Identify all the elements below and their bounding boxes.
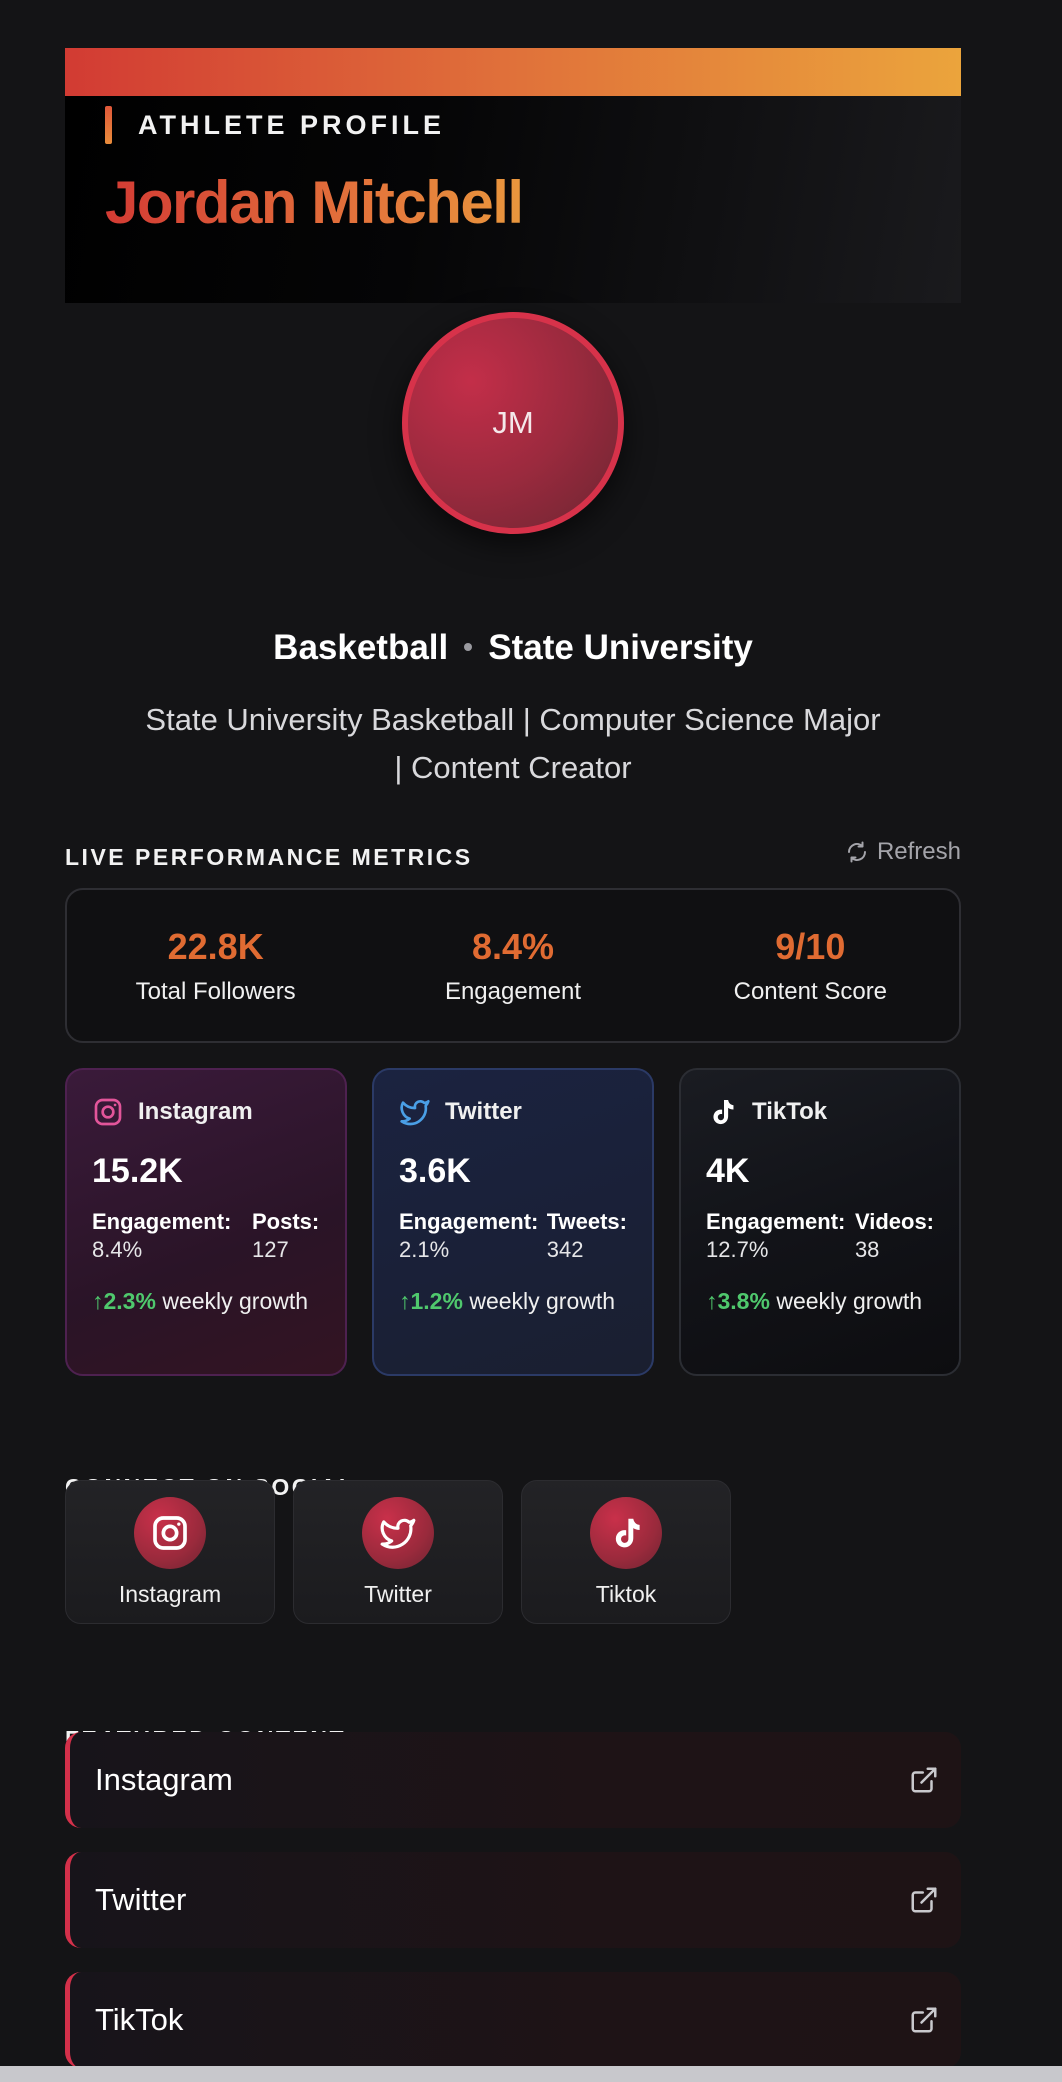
external-link-icon xyxy=(911,1767,937,1793)
card-platform-name: Twitter xyxy=(445,1098,522,1125)
tiktok-icon xyxy=(615,1518,640,1548)
growth-value: ↑1.2% xyxy=(399,1288,463,1314)
social-icon-circle xyxy=(134,1497,206,1569)
card-platform-name: TikTok xyxy=(752,1098,828,1125)
athlete-name: Jordan Mitchell xyxy=(105,169,524,236)
metric-value: 22.8K xyxy=(167,925,264,967)
metric-total-followers: 22.8K Total Followers xyxy=(67,890,364,1041)
instagram-card[interactable]: Instagram 15.2K Engagement: 8.4% Posts: … xyxy=(65,1068,347,1376)
avatar-initials: JM xyxy=(492,405,534,440)
growth-suffix: weekly growth xyxy=(769,1288,923,1314)
profile-page: ATHLETE PROFILE Jordan Mitchell JM Baske… xyxy=(65,48,961,2068)
profile-header: ATHLETE PROFILE Jordan Mitchell xyxy=(65,48,961,303)
metrics-section-title: LIVE PERFORMANCE METRICS xyxy=(65,844,473,870)
separator-dot xyxy=(464,642,473,651)
stat-engagement: Engagement: 8.4% xyxy=(92,1209,252,1263)
weekly-growth: ↑1.2% weekly growth xyxy=(399,1285,627,1317)
stat-value: 342 xyxy=(546,1237,584,1262)
featured-item-instagram[interactable]: Instagram xyxy=(65,1732,961,1828)
instagram-icon xyxy=(94,1098,122,1126)
social-links: Instagram Twitter Tiktok xyxy=(65,1480,749,1624)
sport-school-line: Basketball State University xyxy=(65,628,961,668)
card-stats: Engagement: 2.1% Tweets: 342 xyxy=(399,1209,627,1263)
card-follower-count: 15.2K xyxy=(92,1152,183,1190)
bottom-scroll-edge xyxy=(0,2066,1062,2082)
featured-item-tiktok[interactable]: TikTok xyxy=(65,1972,961,2068)
social-label: Instagram xyxy=(118,1581,222,1607)
instagram-icon xyxy=(153,1516,187,1550)
growth-value: ↑2.3% xyxy=(92,1288,156,1314)
card-stats: Engagement: 8.4% Posts: 127 xyxy=(92,1209,320,1263)
growth-value: ↑3.8% xyxy=(706,1288,770,1314)
metric-content-score: 9/10 Content Score xyxy=(662,890,959,1041)
growth-suffix: weekly growth xyxy=(155,1288,309,1314)
stat-label: Videos: xyxy=(854,1209,934,1234)
stat-posts: Posts: 127 xyxy=(252,1209,319,1263)
social-icon-circle xyxy=(590,1497,662,1569)
social-link-instagram[interactable]: Instagram xyxy=(65,1480,275,1624)
social-label: Twitter xyxy=(364,1581,432,1607)
metric-value: 9/10 xyxy=(775,925,846,967)
card-stats: Engagement: 12.7% Videos: 38 xyxy=(706,1209,934,1263)
stat-label: Tweets: xyxy=(546,1209,627,1234)
metric-value: 8.4% xyxy=(471,925,555,967)
kicker-accent-line xyxy=(105,106,112,144)
sport-label: Basketball xyxy=(273,628,449,667)
refresh-button[interactable]: Refresh xyxy=(845,838,961,866)
stat-value: 8.4% xyxy=(92,1237,143,1262)
external-link-icon xyxy=(911,2007,937,2033)
twitter-icon xyxy=(400,1100,430,1126)
stat-label: Engagement: xyxy=(706,1209,846,1234)
refresh-icon xyxy=(847,841,866,863)
stat-label: Engagement: xyxy=(399,1209,539,1234)
growth-suffix: weekly growth xyxy=(462,1288,616,1314)
featured-item-label: Instagram xyxy=(95,1762,233,1797)
social-icon-circle xyxy=(362,1497,434,1569)
stat-engagement: Engagement: 2.1% xyxy=(399,1209,547,1263)
weekly-growth: ↑2.3% weekly growth xyxy=(92,1285,320,1317)
stat-value: 38 xyxy=(854,1237,880,1262)
card-follower-count: 4K xyxy=(706,1152,750,1190)
metric-label: Engagement xyxy=(444,977,582,1005)
school-label: State University xyxy=(488,628,753,667)
platform-cards: Instagram 15.2K Engagement: 8.4% Posts: … xyxy=(65,1068,961,1376)
featured-item-label: TikTok xyxy=(95,2002,184,2037)
stat-value: 2.1% xyxy=(399,1237,450,1262)
card-follower-count: 3.6K xyxy=(399,1152,471,1190)
metric-label: Total Followers xyxy=(135,977,296,1005)
twitter-card[interactable]: Twitter 3.6K Engagement: 2.1% Tweets: 34… xyxy=(372,1068,654,1376)
social-link-tiktok[interactable]: Tiktok xyxy=(521,1480,731,1624)
card-header: TikTok xyxy=(706,1094,934,1130)
card-header: Instagram xyxy=(92,1094,320,1130)
stat-tweets: Tweets: 342 xyxy=(547,1209,627,1263)
bio-text: State University Basketball | Computer S… xyxy=(145,702,881,785)
metric-engagement: 8.4% Engagement xyxy=(364,890,661,1041)
social-label: Tiktok xyxy=(595,1581,657,1607)
stat-videos: Videos: 38 xyxy=(855,1209,934,1263)
tiktok-icon xyxy=(713,1100,734,1125)
card-platform-name: Instagram xyxy=(138,1098,253,1125)
stat-label: Posts: xyxy=(252,1209,320,1234)
metrics-box: 22.8K Total Followers 8.4% Engagement 9/… xyxy=(65,888,961,1043)
twitter-icon xyxy=(380,1518,416,1549)
card-header: Twitter xyxy=(399,1094,627,1130)
featured-item-label: Twitter xyxy=(95,1882,187,1917)
refresh-label: Refresh xyxy=(876,838,961,865)
header-gradient-bar xyxy=(65,48,961,96)
header-kicker: ATHLETE PROFILE xyxy=(105,106,445,144)
featured-item-twitter[interactable]: Twitter xyxy=(65,1852,961,1948)
avatar: JM xyxy=(402,312,624,534)
metric-label: Content Score xyxy=(733,977,888,1005)
stat-value: 127 xyxy=(252,1237,289,1262)
kicker-text: ATHLETE PROFILE xyxy=(138,109,445,140)
social-link-twitter[interactable]: Twitter xyxy=(293,1480,503,1624)
stat-value: 12.7% xyxy=(706,1237,769,1262)
tiktok-card[interactable]: TikTok 4K Engagement: 12.7% Videos: 38 ↑… xyxy=(679,1068,961,1376)
stat-label: Engagement: xyxy=(92,1209,232,1234)
stat-engagement: Engagement: 12.7% xyxy=(706,1209,855,1263)
weekly-growth: ↑3.8% weekly growth xyxy=(706,1285,934,1317)
external-link-icon xyxy=(911,1887,937,1913)
